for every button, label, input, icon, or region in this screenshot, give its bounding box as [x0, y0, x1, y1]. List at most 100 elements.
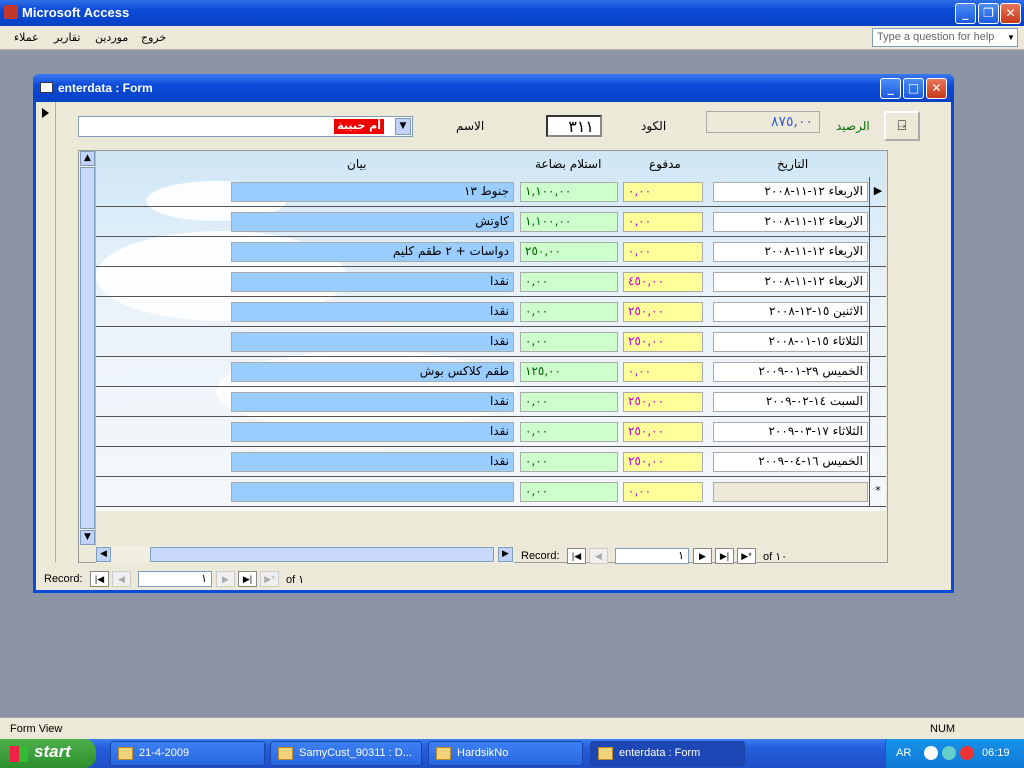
cell-date[interactable]: السبت ١٤-٠٢-٢٠٠٩: [713, 392, 868, 412]
code-field[interactable]: ٣١١: [546, 115, 602, 137]
cell-paid[interactable]: ٢٥٠,٠٠: [623, 302, 703, 322]
table-row[interactable]: السبت ١٤-٠٢-٢٠٠٩ ٢٥٠,٠٠ ٠,٠٠ نقدا: [96, 387, 886, 417]
cell-description[interactable]: جنوط ١٣: [231, 182, 514, 202]
name-combo[interactable]: أم حبيبة ▼: [78, 116, 413, 137]
cell-description[interactable]: كاوتش: [231, 212, 514, 232]
taskbar-item[interactable]: SamyCust_90311 : D...: [270, 741, 422, 766]
new-record-row[interactable]: ٠,٠٠ ٠,٠٠ *: [96, 477, 886, 507]
scroll-thumb[interactable]: [80, 167, 95, 529]
row-selector[interactable]: [869, 267, 886, 297]
row-selector[interactable]: [869, 357, 886, 387]
row-selector[interactable]: [869, 417, 886, 447]
menu-reports[interactable]: تقارير: [54, 31, 80, 44]
menu-suppliers[interactable]: موردين: [95, 31, 128, 44]
cell-paid[interactable]: ٢٥٠,٠٠: [623, 452, 703, 472]
next-record-icon[interactable]: ▶: [693, 548, 712, 564]
new-record-marker[interactable]: *: [869, 477, 886, 507]
first-record-icon[interactable]: |◀: [90, 571, 109, 587]
cell-received[interactable]: ٢٥٠,٠٠: [520, 242, 618, 262]
vertical-scrollbar[interactable]: ▲ ▼: [79, 151, 96, 546]
cell-description[interactable]: نقدا: [231, 332, 514, 352]
cell-date[interactable]: الاربعاء ١٢-١١-٢٠٠٨: [713, 182, 868, 202]
taskbar-item[interactable]: HardsikNo: [428, 741, 583, 766]
table-row[interactable]: الاربعاء ١٢-١١-٢٠٠٨ ٠,٠٠ ٢٥٠,٠٠ دواسات +…: [96, 237, 886, 267]
menu-exit[interactable]: خروج: [141, 31, 166, 44]
cell-description[interactable]: نقدا: [231, 422, 514, 442]
row-selector[interactable]: ▶: [869, 177, 886, 207]
form-close-button[interactable]: ✕: [926, 78, 947, 99]
cell-date[interactable]: الثلاثاء ١٥-٠١-٢٠٠٨: [713, 332, 868, 352]
cell-description[interactable]: نقدا: [231, 392, 514, 412]
first-record-icon[interactable]: |◀: [567, 548, 586, 564]
cell-paid[interactable]: ٠,٠٠: [623, 242, 703, 262]
row-selector[interactable]: [869, 327, 886, 357]
form-minimize-button[interactable]: _: [880, 78, 901, 99]
table-row[interactable]: الثلاثاء ١٧-٠٣-٢٠٠٩ ٢٥٠,٠٠ ٠,٠٠ نقدا: [96, 417, 886, 447]
form-maximize-button[interactable]: □: [903, 78, 924, 99]
minimize-button[interactable]: _: [955, 3, 976, 24]
cell-received[interactable]: ٠,٠٠: [520, 392, 618, 412]
table-row[interactable]: الاربعاء ١٢-١١-٢٠٠٨ ٠,٠٠ ١,١٠٠,٠٠ كاوتش: [96, 207, 886, 237]
chevron-down-icon[interactable]: ▼: [395, 118, 411, 135]
taskbar-item-active[interactable]: enterdata : Form: [590, 741, 745, 766]
cell-paid[interactable]: ٢٥٠,٠٠: [623, 332, 703, 352]
table-row[interactable]: الاربعاء ١٢-١١-٢٠٠٨ ٠,٠٠ ١,١٠٠,٠٠ جنوط ١…: [96, 177, 886, 207]
start-button[interactable]: start: [0, 739, 96, 768]
cell-date[interactable]: الثلاثاء ١٧-٠٣-٢٠٠٩: [713, 422, 868, 442]
cell-paid[interactable]: ٠,٠٠: [623, 212, 703, 232]
record-number-input[interactable]: ١: [138, 571, 212, 587]
cell-received[interactable]: ٠,٠٠: [520, 452, 618, 472]
restore-button[interactable]: ❐: [978, 3, 999, 24]
language-indicator[interactable]: AR: [896, 747, 911, 759]
cell-paid[interactable]: ٠,٠٠: [623, 182, 703, 202]
cell-paid[interactable]: ٢٥٠,٠٠: [623, 422, 703, 442]
table-row[interactable]: الاثنين ١٥-١٢-٢٠٠٨ ٢٥٠,٠٠ ٠,٠٠ نقدا: [96, 297, 886, 327]
chevron-left-icon[interactable]: [924, 746, 938, 760]
cell-description[interactable]: [231, 482, 514, 502]
table-row[interactable]: الخميس ١٦-٠٤-٢٠٠٩ ٢٥٠,٠٠ ٠,٠٠ نقدا: [96, 447, 886, 477]
row-selector[interactable]: [869, 207, 886, 237]
cell-received[interactable]: ٠,٠٠: [520, 482, 618, 502]
cell-received[interactable]: ١,١٠٠,٠٠: [520, 212, 618, 232]
row-selector[interactable]: [869, 237, 886, 267]
record-selector[interactable]: [36, 102, 56, 562]
cell-description[interactable]: طقم كلاكس بوش: [231, 362, 514, 382]
last-record-icon[interactable]: ▶|: [715, 548, 734, 564]
table-row[interactable]: الثلاثاء ١٥-٠١-٢٠٠٨ ٢٥٠,٠٠ ٠,٠٠ نقدا: [96, 327, 886, 357]
scroll-left-icon[interactable]: ◀: [96, 547, 111, 562]
cell-date[interactable]: [713, 482, 868, 502]
scroll-down-icon[interactable]: ▼: [80, 530, 95, 545]
last-record-icon[interactable]: ▶|: [238, 571, 257, 587]
new-record-icon[interactable]: ▶*: [737, 548, 756, 564]
cell-received[interactable]: ٠,٠٠: [520, 422, 618, 442]
cell-date[interactable]: الاربعاء ١٢-١١-٢٠٠٨: [713, 242, 868, 262]
taskbar-item[interactable]: 21-4-2009: [110, 741, 265, 766]
cell-description[interactable]: نقدا: [231, 302, 514, 322]
table-row[interactable]: الاربعاء ١٢-١١-٢٠٠٨ ٤٥٠,٠٠ ٠,٠٠ نقدا: [96, 267, 886, 297]
scroll-right-icon[interactable]: ▶: [498, 547, 513, 562]
cell-date[interactable]: الخميس ١٦-٠٤-٢٠٠٩: [713, 452, 868, 472]
row-selector[interactable]: [869, 387, 886, 417]
scroll-thumb[interactable]: [150, 547, 494, 562]
cell-description[interactable]: نقدا: [231, 272, 514, 292]
chevron-down-icon[interactable]: ▼: [1005, 29, 1017, 46]
cell-received[interactable]: ١,١٠٠,٠٠: [520, 182, 618, 202]
cell-paid[interactable]: ٠,٠٠: [623, 362, 703, 382]
cell-description[interactable]: دواسات + ٢ طقم كليم: [231, 242, 514, 262]
help-search-input[interactable]: Type a question for help ▼: [872, 28, 1018, 47]
cell-description[interactable]: نقدا: [231, 452, 514, 472]
cell-paid[interactable]: ٤٥٠,٠٠: [623, 272, 703, 292]
close-button[interactable]: ✕: [1000, 3, 1021, 24]
cell-date[interactable]: الخميس ٢٩-٠١-٢٠٠٩: [713, 362, 868, 382]
row-selector[interactable]: [869, 297, 886, 327]
cell-received[interactable]: ٠,٠٠: [520, 332, 618, 352]
table-row[interactable]: الخميس ٢٩-٠١-٢٠٠٩ ٠,٠٠ ١٢٥,٠٠ طقم كلاكس …: [96, 357, 886, 387]
scroll-up-icon[interactable]: ▲: [80, 151, 95, 166]
cell-received[interactable]: ٠,٠٠: [520, 272, 618, 292]
cell-date[interactable]: الاثنين ١٥-١٢-٢٠٠٨: [713, 302, 868, 322]
row-selector[interactable]: [869, 447, 886, 477]
network-icon[interactable]: [942, 746, 956, 760]
menu-customers[interactable]: عملاء: [14, 31, 39, 44]
exit-door-button[interactable]: ⍈: [884, 111, 920, 141]
cell-paid[interactable]: ٠,٠٠: [623, 482, 703, 502]
